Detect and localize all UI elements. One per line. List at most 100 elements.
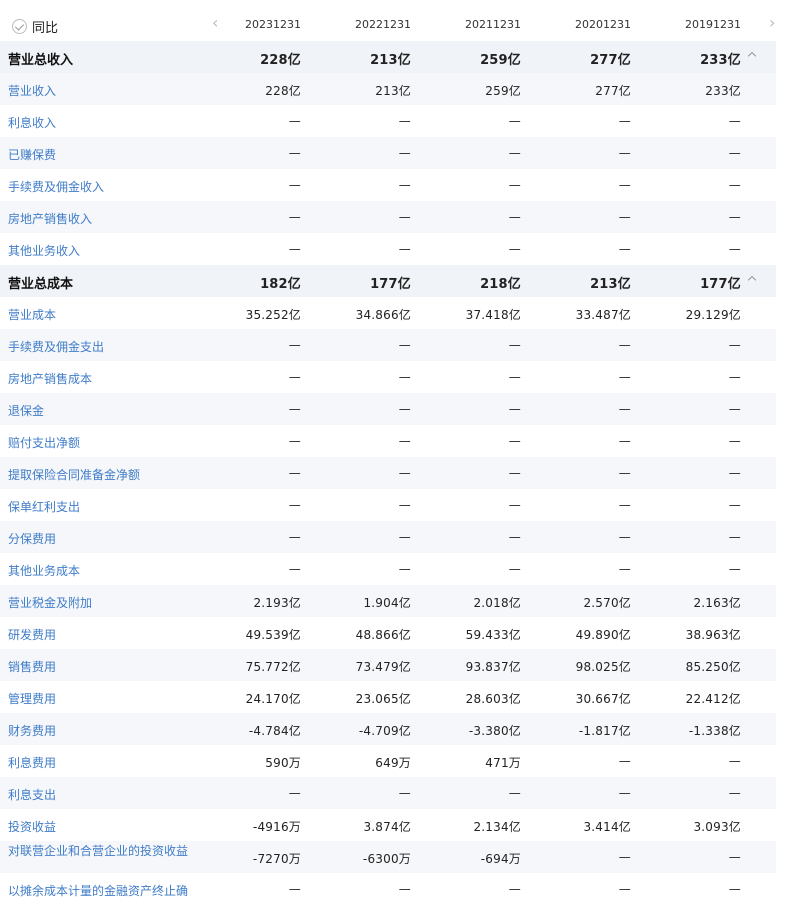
row-label-link[interactable]: 退保金: [8, 402, 44, 419]
table-row: 分保费用 — — — — —: [0, 521, 776, 553]
cell-value: 85.250亿: [685, 660, 741, 674]
row-label-link[interactable]: 房地产销售成本: [8, 370, 92, 387]
period-header: 20221231: [355, 18, 411, 31]
table-row: 其他业务成本 — — — — —: [0, 553, 776, 585]
cell-value: —: [288, 530, 301, 544]
cell-value: —: [398, 210, 411, 224]
row-label-link[interactable]: 对联营企业和合营企业的投资收益: [8, 845, 198, 858]
cell-value: -4916万: [252, 820, 301, 834]
row-label-link[interactable]: 保单红利支出: [8, 498, 80, 515]
table-row: 营业成本 35.252亿 34.866亿 37.418亿 33.487亿 29.129亿: [0, 297, 776, 329]
cell-value: —: [728, 562, 741, 576]
cell-value: —: [398, 370, 411, 384]
cell-value: —: [398, 786, 411, 800]
cell-value: 471万: [485, 756, 521, 770]
cell-value: —: [398, 562, 411, 576]
cell-value: 49.539亿: [245, 628, 301, 642]
row-label-link[interactable]: 财务费用: [8, 722, 56, 739]
table-row: 利息支出 — — — — —: [0, 777, 776, 809]
row-label-link[interactable]: 利息支出: [8, 786, 56, 803]
cell-value: 73.479亿: [355, 660, 411, 674]
row-label-link[interactable]: 销售费用: [8, 658, 56, 675]
period-header: 20211231: [465, 18, 521, 31]
cell-value: —: [398, 402, 411, 416]
cell-value: —: [618, 210, 631, 224]
cell-value: —: [398, 146, 411, 160]
cell-value: —: [728, 882, 741, 896]
cell-value: 49.890亿: [575, 628, 631, 642]
cell-value: —: [288, 498, 301, 512]
collapse-chevron-icon[interactable]: [748, 50, 756, 58]
row-label-link[interactable]: 分保费用: [8, 530, 56, 547]
row-label-link[interactable]: 提取保险合同准备金净额: [8, 466, 140, 483]
table-row: 以摊余成本计量的金融资产终止确 — — — — —: [0, 873, 776, 905]
cell-value: —: [508, 338, 521, 352]
table-row: 已赚保费 — — — — —: [0, 137, 776, 169]
cell-value: —: [398, 242, 411, 256]
yoy-toggle[interactable]: 同比: [12, 17, 58, 36]
cell-value: 93.837亿: [465, 660, 521, 674]
cell-value: 277亿: [590, 53, 631, 68]
table-row: 房地产销售收入 — — — — —: [0, 201, 776, 233]
cell-value: 213亿: [370, 53, 411, 68]
cell-value: 2.018亿: [473, 596, 521, 610]
cell-value: —: [508, 114, 521, 128]
cell-value: —: [618, 530, 631, 544]
row-label-link[interactable]: 利息费用: [8, 754, 56, 771]
cell-value: 228亿: [260, 53, 301, 68]
cell-value: 29.129亿: [685, 308, 741, 322]
row-label-link[interactable]: 利息收入: [8, 114, 56, 131]
period-header: 20191231: [685, 18, 741, 31]
table-row: 对联营企业和合营企业的投资收益 -7270万 -6300万 -694万 — —: [0, 841, 776, 873]
cell-value: -6300万: [362, 852, 411, 866]
cell-value: —: [728, 754, 741, 768]
cell-value: —: [288, 338, 301, 352]
cell-value: —: [288, 882, 301, 896]
row-label-link[interactable]: 手续费及佣金收入: [8, 178, 104, 195]
cell-value: —: [728, 434, 741, 448]
cell-value: —: [288, 786, 301, 800]
section-row[interactable]: 营业总成本 182亿 177亿 218亿 213亿 177亿: [0, 265, 776, 297]
row-label-link[interactable]: 管理费用: [8, 690, 56, 707]
row-label-link[interactable]: 手续费及佣金支出: [8, 338, 104, 355]
table-row: 销售费用 75.772亿 73.479亿 93.837亿 98.025亿 85.250亿: [0, 649, 776, 681]
cell-value: 3.414亿: [583, 820, 631, 834]
row-label-link[interactable]: 以摊余成本计量的金融资产终止确: [8, 882, 188, 899]
cell-value: —: [618, 402, 631, 416]
row-label-link[interactable]: 房地产销售收入: [8, 210, 92, 227]
cell-value: —: [728, 146, 741, 160]
cell-value: —: [288, 242, 301, 256]
cell-value: —: [398, 530, 411, 544]
cell-value: —: [288, 562, 301, 576]
cell-value: —: [508, 466, 521, 480]
table-row: 手续费及佣金支出 — — — — —: [0, 329, 776, 361]
table-row: 提取保险合同准备金净额 — — — — —: [0, 457, 776, 489]
cell-value: 233亿: [700, 53, 741, 68]
cell-value: —: [288, 370, 301, 384]
row-label-link[interactable]: 研发费用: [8, 626, 56, 643]
row-label-link[interactable]: 营业成本: [8, 306, 56, 323]
cell-value: 98.025亿: [575, 660, 631, 674]
cell-value: —: [618, 850, 631, 864]
row-label-link[interactable]: 营业税金及附加: [8, 594, 92, 611]
cell-value: —: [398, 498, 411, 512]
row-label-link[interactable]: 营业收入: [8, 82, 56, 99]
table-row: 手续费及佣金收入 — — — — —: [0, 169, 776, 201]
cell-value: 1.904亿: [363, 596, 411, 610]
cell-value: 24.170亿: [245, 692, 301, 706]
row-label-link[interactable]: 其他业务收入: [8, 242, 80, 259]
cell-value: 2.163亿: [693, 596, 741, 610]
collapse-chevron-icon[interactable]: [748, 274, 756, 282]
cell-value: 277亿: [595, 84, 631, 98]
row-label-link[interactable]: 已赚保费: [8, 146, 56, 163]
row-label-link[interactable]: 其他业务成本: [8, 562, 80, 579]
cell-value: —: [508, 530, 521, 544]
cell-value: —: [618, 434, 631, 448]
row-label-link[interactable]: 赔付支出净额: [8, 434, 80, 451]
row-label-link[interactable]: 投资收益: [8, 818, 56, 835]
cell-value: —: [618, 114, 631, 128]
cell-value: 38.963亿: [685, 628, 741, 642]
section-row[interactable]: 营业总收入 228亿 213亿 259亿 277亿 233亿: [0, 41, 776, 73]
check-circle-icon[interactable]: [12, 19, 27, 34]
next-period-icon[interactable]: ›: [769, 15, 775, 31]
